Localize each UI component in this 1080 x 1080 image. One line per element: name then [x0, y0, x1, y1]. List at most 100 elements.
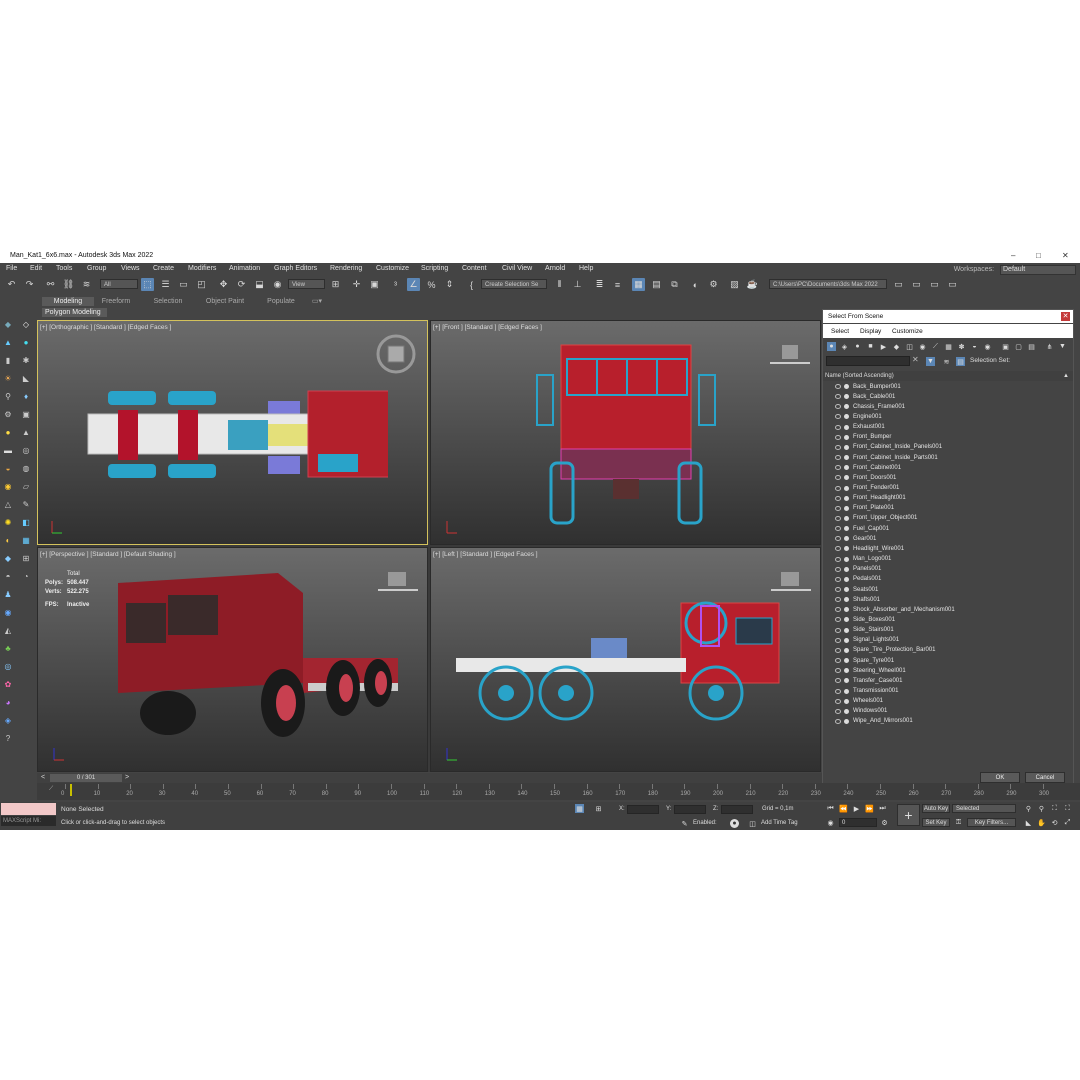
- name-column-header[interactable]: Name (Sorted Ascending) ▲: [823, 371, 1073, 381]
- light-icon[interactable]: ☀: [2, 372, 14, 384]
- visibility-eye-icon[interactable]: [835, 394, 841, 400]
- tab-populate[interactable]: Populate: [260, 297, 302, 306]
- viewport-orthographic[interactable]: [+] [Orthographic ] [Standard ] [Edged F…: [37, 320, 428, 545]
- panel-polygon-modeling[interactable]: Polygon Modeling: [42, 308, 107, 317]
- filter-containers-icon[interactable]: ▦: [944, 342, 953, 351]
- list-item[interactable]: Side_Boxes001: [823, 615, 1073, 625]
- tab-selection[interactable]: Selection: [146, 297, 190, 306]
- keyboard-shortcut-icon[interactable]: ▣: [368, 278, 381, 291]
- viewport-label[interactable]: [+] [Orthographic ] [Standard ] [Edged F…: [40, 324, 171, 331]
- visibility-eye-icon[interactable]: [835, 414, 841, 420]
- visibility-eye-icon[interactable]: [835, 708, 841, 714]
- utilities-icon[interactable]: ✱: [20, 354, 32, 366]
- schematic-view-icon[interactable]: ⧉: [668, 278, 681, 291]
- orbit-icon[interactable]: ⟲: [1050, 818, 1059, 827]
- edit-named-selection-icon[interactable]: {: [465, 278, 478, 291]
- layers-icon[interactable]: ≋: [942, 357, 951, 366]
- project-folder-icon[interactable]: ▭: [892, 278, 905, 291]
- rotate-icon[interactable]: ⟳: [235, 278, 248, 291]
- filter-lights-icon[interactable]: ●: [853, 342, 862, 351]
- list-item[interactable]: Front_Cabinet_Inside_Panels001: [823, 443, 1073, 453]
- key-mode-icon[interactable]: ◉: [826, 818, 835, 827]
- track-bar[interactable]: ⟋ 0 10 20 30 40 50 60 70 80 90 100 110 120 130 140 150 1…: [37, 783, 1080, 800]
- tab-modeling[interactable]: Modeling: [42, 297, 94, 306]
- reference-coordinate-dropdown[interactable]: View: [288, 279, 325, 289]
- filter-funnel-icon[interactable]: ▼: [1058, 342, 1067, 351]
- visibility-eye-icon[interactable]: [835, 597, 841, 603]
- visibility-eye-icon[interactable]: [835, 546, 841, 552]
- helper-icon[interactable]: ⚲: [2, 390, 14, 402]
- time-tag-icon[interactable]: ✎: [680, 819, 689, 828]
- viewport-perspective[interactable]: [+] [Perspective ] [Standard ] [Default …: [37, 547, 428, 772]
- visibility-eye-icon[interactable]: [835, 404, 841, 410]
- filter-cameras-icon[interactable]: ■: [866, 342, 875, 351]
- select-none-icon[interactable]: ▢: [1014, 342, 1023, 351]
- visibility-eye-icon[interactable]: [835, 576, 841, 582]
- teapot-icon[interactable]: ◍: [20, 462, 32, 474]
- bind-space-warp-icon[interactable]: ≋: [80, 278, 93, 291]
- unlink-icon[interactable]: ⛓: [62, 278, 75, 291]
- add-time-tag-button[interactable]: Add Time Tag: [761, 820, 798, 826]
- visibility-eye-icon[interactable]: [835, 485, 841, 491]
- zoom-all-icon[interactable]: ⚲: [1037, 804, 1046, 813]
- maxscript-listener[interactable]: [1, 803, 56, 815]
- visibility-eye-icon[interactable]: [835, 678, 841, 684]
- sun-icon[interactable]: ✺: [2, 516, 14, 528]
- tab-freeform[interactable]: Freeform: [96, 297, 136, 306]
- field-of-view-icon[interactable]: ◣: [1024, 818, 1033, 827]
- list-item[interactable]: Engine001: [823, 412, 1073, 422]
- zoom-extents-all-icon[interactable]: ⛶: [1063, 804, 1072, 813]
- list-item[interactable]: Man_Logo001: [823, 555, 1073, 565]
- scale-icon[interactable]: ⬓: [253, 278, 266, 291]
- rectangle-selection-icon[interactable]: ▭: [177, 278, 190, 291]
- visibility-eye-icon[interactable]: [835, 455, 841, 461]
- visibility-eye-icon[interactable]: [835, 475, 841, 481]
- ribbon-options-icon[interactable]: ▭▾: [308, 297, 326, 306]
- viewport-left[interactable]: [+] [Left ] [Standard ] [Edged Faces ]: [430, 547, 821, 772]
- list-item[interactable]: Pedals001: [823, 575, 1073, 585]
- list-item[interactable]: Seats001: [823, 585, 1073, 595]
- menu-create[interactable]: Create: [153, 265, 174, 272]
- maximize-button[interactable]: □: [1036, 251, 1041, 260]
- visibility-eye-icon[interactable]: [835, 384, 841, 389]
- place-icon[interactable]: ◉: [271, 278, 284, 291]
- list-item[interactable]: Front_Headlight001: [823, 494, 1073, 504]
- filter-geometry-icon[interactable]: ●: [827, 342, 836, 351]
- viewcube-icon[interactable]: [375, 333, 417, 375]
- move-icon[interactable]: ✥: [217, 278, 230, 291]
- filter-xrefs-icon[interactable]: ◉: [918, 342, 927, 351]
- scene-states-icon[interactable]: ♟: [2, 588, 14, 600]
- wire-icon[interactable]: ◎: [2, 660, 14, 672]
- align-icon[interactable]: ⊥: [571, 278, 584, 291]
- render-teapot-icon[interactable]: ☕: [746, 278, 759, 291]
- filter-shapes-icon[interactable]: ◈: [840, 342, 849, 351]
- dialog-menu-customize[interactable]: Customize: [892, 328, 923, 335]
- clear-search-icon[interactable]: ✕: [912, 355, 919, 364]
- zoom-icon[interactable]: ⚲: [1024, 804, 1033, 813]
- key-icon[interactable]: ⚿: [954, 818, 963, 827]
- filter-bones-icon[interactable]: ⟋: [931, 342, 940, 351]
- list-item[interactable]: Shafts001: [823, 595, 1073, 605]
- isolate-icon[interactable]: ◓: [2, 570, 14, 582]
- menu-customize[interactable]: Customize: [376, 265, 409, 272]
- next-frame-button-icon[interactable]: ⏩: [865, 804, 874, 813]
- spinner-snap-icon[interactable]: ⇕: [443, 278, 456, 291]
- snap-tool-icon[interactable]: ◆: [2, 552, 14, 564]
- minimize-button[interactable]: –: [1011, 251, 1015, 260]
- shape-icon[interactable]: ✎: [20, 498, 32, 510]
- cylinder-icon[interactable]: ▬: [2, 444, 14, 456]
- maxscript-input[interactable]: MAXScript Mi:: [1, 816, 56, 826]
- curve-editor-icon[interactable]: ▤: [650, 278, 663, 291]
- cone-icon[interactable]: ▲: [20, 426, 32, 438]
- list-item[interactable]: Front_Plate001: [823, 504, 1073, 514]
- pan-icon[interactable]: ✋: [1037, 818, 1046, 827]
- list-item[interactable]: Side_Stairs001: [823, 626, 1073, 636]
- isolate-selection-icon[interactable]: ▦: [575, 804, 584, 813]
- list-item[interactable]: Windows001: [823, 707, 1073, 717]
- save-file-icon[interactable]: ▭: [928, 278, 941, 291]
- menu-help[interactable]: Help: [579, 265, 593, 272]
- plane-icon[interactable]: ▱: [20, 480, 32, 492]
- pyramid-icon[interactable]: △: [2, 498, 14, 510]
- visibility-eye-icon[interactable]: [835, 688, 841, 694]
- x-coordinate-field[interactable]: [627, 805, 659, 814]
